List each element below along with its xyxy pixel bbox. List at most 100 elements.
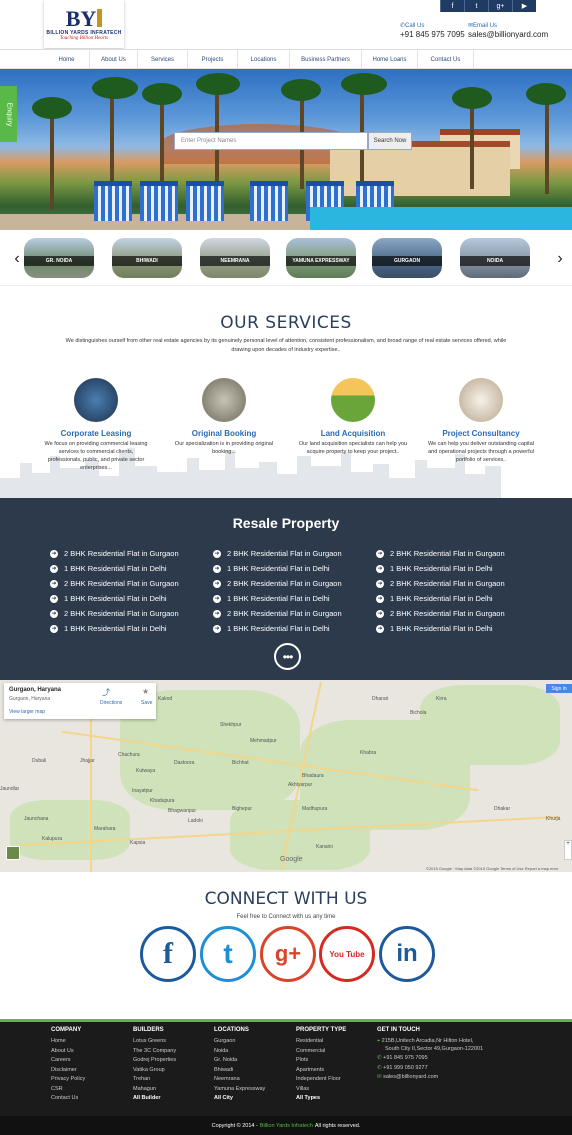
- list-item[interactable]: ➜ 2 BHK Residential Flat in Gurgaon: [213, 546, 353, 561]
- logo[interactable]: BY BILLION YARDS INFRATECH Touching Bill…: [44, 0, 124, 48]
- save-link[interactable]: Save: [141, 700, 152, 706]
- project-search-input[interactable]: Enter Project Names: [174, 132, 368, 150]
- email-address[interactable]: sales@billionyard.com: [468, 30, 548, 39]
- location-card[interactable]: GR. NOIDA: [24, 238, 94, 278]
- facebook-icon[interactable]: f: [440, 0, 464, 12]
- enquiry-tab[interactable]: Enquiry: [0, 86, 17, 142]
- footer-link[interactable]: Home: [51, 1037, 85, 1047]
- footer-link[interactable]: Neemrana: [214, 1075, 265, 1085]
- nav-contact-us[interactable]: Contact Us: [418, 50, 474, 69]
- directions-link[interactable]: Directions: [100, 700, 122, 706]
- footer-link[interactable]: Careers: [51, 1056, 85, 1066]
- nav-projects[interactable]: Projects: [188, 50, 238, 69]
- connect-subtitle: Feel free to Connect with us any time: [236, 914, 336, 920]
- original-booking-icon: [202, 378, 246, 422]
- list-item[interactable]: ➜ 1 BHK Residential Flat in Delhi: [213, 561, 353, 576]
- footer-link[interactable]: Yamuna Expressway: [214, 1085, 265, 1095]
- nav-about-us[interactable]: About Us: [90, 50, 138, 69]
- footer-link[interactable]: Mahagun: [133, 1085, 176, 1095]
- connect-title: CONNECT WITH US: [204, 889, 368, 909]
- footer-link[interactable]: All City: [214, 1094, 265, 1104]
- logo-mark: BY: [66, 7, 103, 30]
- facebook-icon[interactable]: f: [140, 926, 196, 982]
- arrow-right-icon: ➜: [50, 609, 58, 618]
- footer-builders: BUILDERS Lotus Greens The 3C Company God…: [133, 1027, 176, 1104]
- list-item[interactable]: ➜ 2 BHK Residential Flat in Gurgaon: [50, 546, 190, 561]
- footer-link[interactable]: Residential: [296, 1037, 346, 1047]
- footer-link[interactable]: About Us: [51, 1047, 85, 1057]
- footer-link[interactable]: Trehan: [133, 1075, 176, 1085]
- list-item[interactable]: ➜ 2 BHK Residential Flat in Gurgaon: [376, 546, 516, 561]
- view-larger-map-link[interactable]: View larger map: [9, 709, 45, 715]
- nav-services[interactable]: Services: [138, 50, 188, 69]
- location-card[interactable]: NEEMRANA: [200, 238, 270, 278]
- footer-link[interactable]: Villas: [296, 1085, 346, 1095]
- list-item[interactable]: ➜ 1 BHK Residential Flat in Delhi: [50, 621, 190, 636]
- service-project-consultancy[interactable]: Project Consultancy We can help you deli…: [426, 378, 536, 464]
- list-item[interactable]: ➜ 2 BHK Residential Flat in Gurgaon: [213, 576, 353, 591]
- list-item[interactable]: ➜ 1 BHK Residential Flat in Delhi: [376, 561, 516, 576]
- google-plus-icon[interactable]: g+: [260, 926, 316, 982]
- footer-link[interactable]: Gurgaon: [214, 1037, 265, 1047]
- footer-link[interactable]: The 3C Company: [133, 1047, 176, 1057]
- twitter-icon[interactable]: t: [464, 0, 488, 12]
- footer-link[interactable]: Contact Us: [51, 1094, 85, 1104]
- search-now-button[interactable]: Search Now: [368, 132, 412, 150]
- footer-link[interactable]: Godrej Properties: [133, 1056, 176, 1066]
- location-card[interactable]: BHIWADI: [112, 238, 182, 278]
- footer-link[interactable]: CSR: [51, 1085, 85, 1095]
- linkedin-icon[interactable]: in: [379, 926, 435, 982]
- list-item[interactable]: ➜ 1 BHK Residential Flat in Delhi: [50, 591, 190, 606]
- carousel-prev-icon[interactable]: ‹: [10, 249, 24, 269]
- footer-link[interactable]: Apartments: [296, 1066, 346, 1076]
- corporate-leasing-icon: [74, 378, 118, 422]
- footer-link[interactable]: All Types: [296, 1094, 346, 1104]
- carousel-next-icon[interactable]: ›: [553, 249, 567, 269]
- footer-link[interactable]: All Builder: [133, 1094, 176, 1104]
- location-card[interactable]: YAMUNA EXPRESSWAY: [286, 238, 356, 278]
- arrow-right-icon: ➜: [213, 564, 221, 573]
- footer-link[interactable]: Commercial: [296, 1047, 346, 1057]
- map-marker-icon: ⌖: [377, 1038, 381, 1044]
- services-intro: We distinguishes ourself from other real…: [65, 338, 507, 353]
- zoom-controls[interactable]: +: [564, 840, 572, 860]
- nav-locations[interactable]: Locations: [238, 50, 290, 69]
- list-item[interactable]: ➜ 2 BHK Residential Flat in Gurgaon: [376, 576, 516, 591]
- footer-link[interactable]: Vatika Group: [133, 1066, 176, 1076]
- list-item[interactable]: ➜ 2 BHK Residential Flat in Gurgaon: [213, 606, 353, 621]
- footer-link[interactable]: Gr. Noida: [214, 1056, 265, 1066]
- footer-link[interactable]: Bhiwadi: [214, 1066, 265, 1076]
- footer-link[interactable]: Disclaimer: [51, 1066, 85, 1076]
- phone-number[interactable]: +91 845 975 7095: [400, 30, 465, 39]
- map-info-card: Gurgaon, Haryana Gurgaon, Haryana View l…: [4, 683, 156, 719]
- list-item[interactable]: ➜ 1 BHK Residential Flat in Delhi: [376, 621, 516, 636]
- footer-link[interactable]: Plots: [296, 1056, 346, 1066]
- list-item[interactable]: ➜ 1 BHK Residential Flat in Delhi: [50, 561, 190, 576]
- list-item[interactable]: ➜ 1 BHK Residential Flat in Delhi: [376, 591, 516, 606]
- service-original-booking[interactable]: Original Booking Our specialization is i…: [169, 378, 279, 456]
- map-signin-button[interactable]: Sign in: [546, 684, 572, 693]
- nav-home-loans[interactable]: Home Loans: [362, 50, 418, 69]
- footer-link[interactable]: Lotus Greens: [133, 1037, 176, 1047]
- footer-link[interactable]: Independent Floor: [296, 1075, 346, 1085]
- nav-home[interactable]: Home: [44, 50, 90, 69]
- list-item[interactable]: ➜ 1 BHK Residential Flat in Delhi: [213, 591, 353, 606]
- copyright-brand-link[interactable]: Billion Yards Infratech: [260, 1123, 313, 1129]
- list-item[interactable]: ➜ 1 BHK Residential Flat in Delhi: [213, 621, 353, 636]
- more-icon[interactable]: •••: [274, 643, 301, 670]
- list-item[interactable]: ➜ 2 BHK Residential Flat in Gurgaon: [50, 576, 190, 591]
- footer-link[interactable]: Noida: [214, 1047, 265, 1057]
- list-item[interactable]: ➜ 2 BHK Residential Flat in Gurgaon: [50, 606, 190, 621]
- satellite-toggle[interactable]: [6, 846, 20, 860]
- location-card[interactable]: GURGAON: [372, 238, 442, 278]
- youtube-icon[interactable]: ▶: [512, 0, 536, 12]
- footer-link[interactable]: Privacy Policy: [51, 1075, 85, 1085]
- youtube-icon[interactable]: You Tube: [319, 926, 375, 982]
- service-land-acquisition[interactable]: Land Acquisition Our land acquisition sp…: [298, 378, 408, 456]
- service-corporate-leasing[interactable]: Corporate Leasing We focus on providing …: [41, 378, 151, 472]
- google-plus-icon[interactable]: g+: [488, 0, 512, 12]
- list-item[interactable]: ➜ 2 BHK Residential Flat in Gurgaon: [376, 606, 516, 621]
- location-card[interactable]: NOIDA: [460, 238, 530, 278]
- twitter-icon[interactable]: t: [200, 926, 256, 982]
- nav-business-partners[interactable]: Business Partners: [290, 50, 362, 69]
